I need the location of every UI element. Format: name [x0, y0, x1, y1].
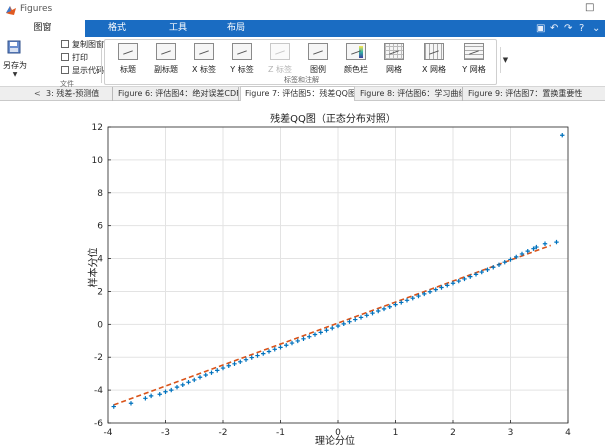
z-label-button-label: Z 标签 [267, 65, 293, 74]
ribbon-tab-strip: 图窗 格式 工具 布局 ▣ ↶ ↷ ? ⌄ [0, 20, 605, 37]
copy-figure-label: 复制图窗 [72, 40, 104, 49]
title-button[interactable]: 标题 [111, 43, 145, 76]
grid-button-label: 网格 [386, 65, 402, 74]
legend-button[interactable]: 图例 [301, 43, 335, 76]
y-label-button[interactable]: Y 标签 [225, 43, 259, 76]
show-code-checkbox[interactable]: 显示代码 [61, 65, 104, 76]
x-axis-label: 理论分位 [315, 436, 355, 446]
minimize-icon[interactable]: □ [585, 2, 594, 13]
grid-icon [384, 43, 404, 60]
gallery-expand-button[interactable]: ▼ [500, 47, 510, 73]
x-grid-button-label: X 网格 [421, 65, 447, 74]
figure-tab-5[interactable]: 3: 残差-预测值 [42, 87, 113, 101]
z-label-button: Z 标签 [263, 43, 297, 76]
checkbox-icon [61, 66, 69, 74]
y-tick-label: 8 [97, 189, 103, 199]
y-label-icon [232, 43, 252, 60]
copy-icon [61, 40, 69, 48]
x-tick-label: 3 [508, 428, 514, 438]
figure-tab-7[interactable]: Figure 7: 评估图5：残差QQ图 [240, 86, 355, 101]
chevron-down-icon[interactable]: ▼ [3, 71, 27, 78]
x-label-button[interactable]: X 标签 [187, 43, 221, 76]
grid-button[interactable]: 网格 [377, 43, 411, 76]
legend-icon [308, 43, 328, 60]
x-tick-label: -3 [161, 428, 170, 438]
y-tick-label: -4 [94, 386, 103, 396]
tab-format[interactable]: 格式 [85, 20, 149, 37]
y-tick-label: -6 [94, 419, 103, 429]
undo-icon[interactable]: ↶ [550, 23, 558, 34]
subtitle-button-label: 副标题 [154, 65, 178, 74]
figure-tab-8[interactable]: Figure 8: 评估图6：学习曲线 [356, 87, 463, 101]
redo-icon[interactable]: ↷ [564, 23, 572, 34]
x-grid-icon [424, 43, 444, 60]
print-label: 打印 [72, 53, 88, 62]
figure-tab-9[interactable]: Figure 9: 评估图7：置换重要性 [464, 87, 605, 101]
expand-icon[interactable]: ⌄ [592, 23, 600, 34]
x-grid-button[interactable]: X 网格 [417, 43, 451, 76]
x-tick-label: -1 [276, 428, 285, 438]
x-tick-label: -4 [104, 428, 113, 438]
window-title: Figures [20, 4, 53, 14]
x-label-button-label: X 标签 [191, 65, 217, 74]
tab-layout[interactable]: 布局 [207, 20, 265, 37]
group-divider [101, 41, 102, 83]
title-button-label: 标题 [120, 65, 136, 74]
figure-tab-strip: < 3: 残差-预测值 Figure 6: 评估图4：绝对误差CDF Figur… [0, 86, 605, 101]
x-label-icon [194, 43, 214, 60]
save-as-button[interactable]: 另存为 ▼ [3, 40, 27, 82]
x-tick-label: 2 [450, 428, 456, 438]
help-icon[interactable]: ? [579, 23, 584, 34]
label-annotation-group: 标题 副标题 X 标签 Y 标签 Z 标签 图例 颜色栏 网格 X 网格 Y 网… [104, 39, 497, 85]
printer-icon [61, 53, 69, 61]
y-axis-label: 样本分位 [88, 247, 100, 288]
y-label-button-label: Y 标签 [230, 65, 254, 74]
chart-title: 残差QQ图（正态分布对照） [270, 114, 396, 125]
y-grid-button[interactable]: Y 网格 [457, 43, 491, 76]
x-tick-label: 1 [393, 428, 399, 438]
colorbar-button[interactable]: 颜色栏 [339, 43, 373, 76]
y-grid-button-label: Y 网格 [462, 65, 486, 74]
z-label-icon [270, 43, 290, 60]
colorbar-button-label: 颜色栏 [344, 65, 368, 74]
save-as-icon [7, 40, 21, 54]
show-code-label: 显示代码 [72, 66, 104, 75]
matlab-logo-icon [6, 6, 16, 15]
save-as-label: 另存为 [3, 61, 27, 70]
y-tick-label: -2 [94, 353, 103, 363]
figure-tab-6[interactable]: Figure 6: 评估图4：绝对误差CDF [114, 87, 239, 101]
chevron-down-icon: ▼ [502, 56, 509, 64]
legend-button-label: 图例 [310, 65, 326, 74]
y-tick-label: 12 [92, 123, 103, 133]
tab-tools[interactable]: 工具 [149, 20, 207, 37]
figure-canvas: -4 -3 -2 -1 0 1 2 3 4 -6 -4 -2 0 2 4 6 8 10 12 残差QQ图（正态分布对… [0, 102, 605, 446]
subtitle-button[interactable]: 副标题 [149, 43, 183, 76]
y-tick-label: 10 [92, 156, 104, 166]
colorbar-icon [346, 43, 366, 60]
annotation-group-label: 标签和注解 [284, 76, 319, 84]
chevron-left-icon[interactable]: < [34, 87, 41, 101]
x-tick-label: 4 [565, 428, 571, 438]
title-bar: Figures □ [0, 0, 605, 20]
title-icon [118, 43, 138, 60]
x-tick-label: -2 [219, 428, 228, 438]
y-tick-label: 0 [97, 320, 103, 330]
tab-figure[interactable]: 图窗 [0, 20, 85, 37]
copy-figure-button[interactable]: 复制图窗 [61, 39, 104, 50]
ribbon-toolstrip: 另存为 ▼ 复制图窗 打印 显示代码 文件 标题 副标题 X 标签 Y 标签 Z… [0, 37, 605, 88]
save-quick-icon[interactable]: ▣ [536, 23, 545, 34]
print-button[interactable]: 打印 [61, 52, 88, 63]
y-tick-label: 6 [97, 222, 103, 232]
y-grid-icon [464, 43, 484, 60]
subtitle-icon [156, 43, 176, 60]
